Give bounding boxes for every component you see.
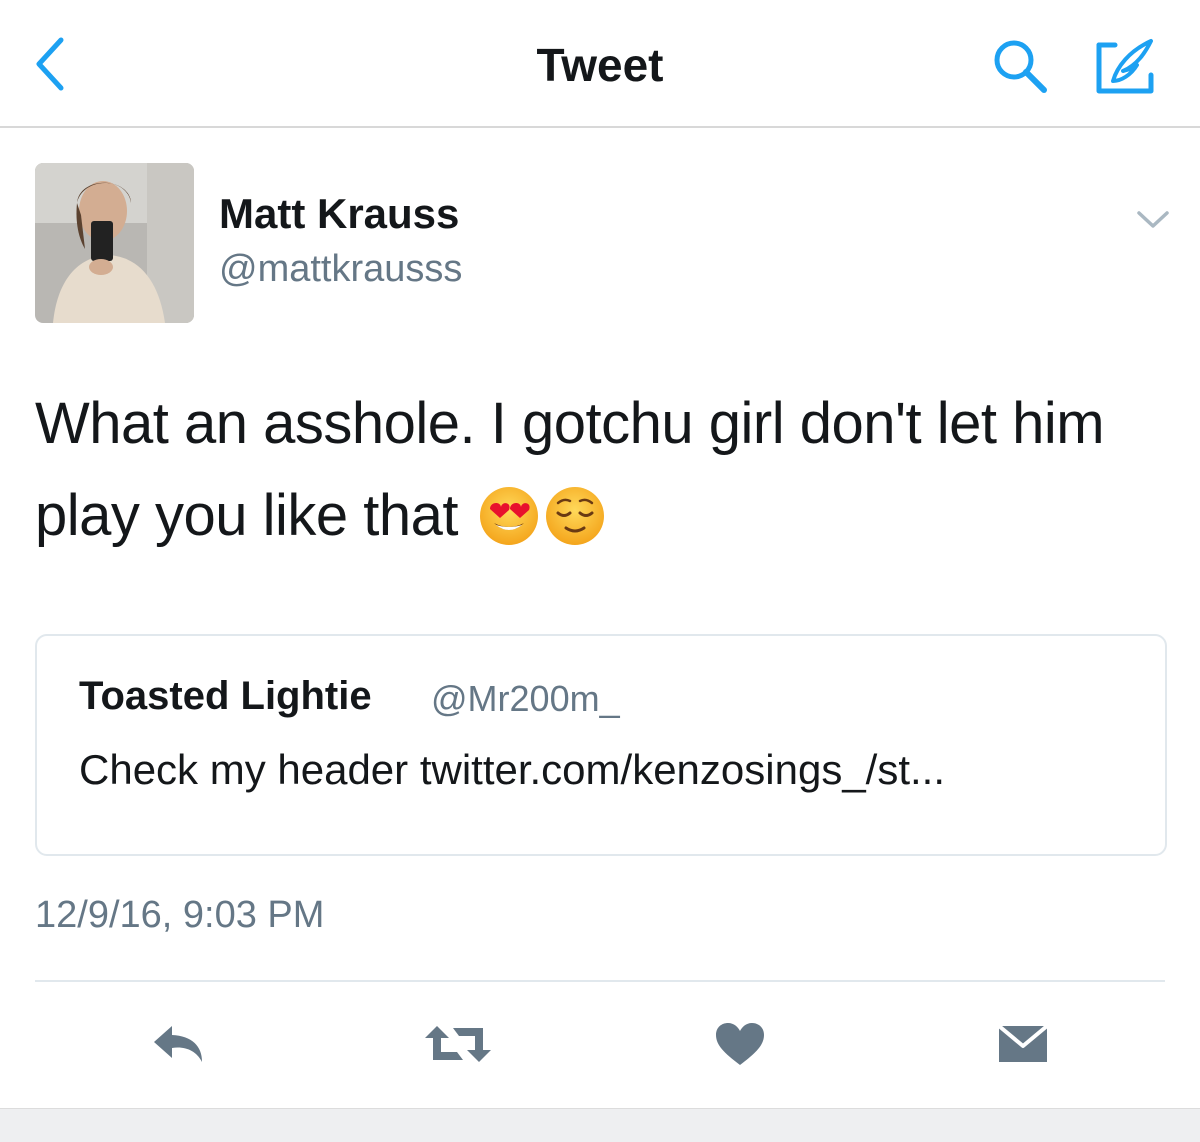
reply-button[interactable] xyxy=(144,1012,214,1076)
envelope-icon xyxy=(997,1024,1049,1062)
bottom-strip xyxy=(0,1108,1200,1142)
search-icon xyxy=(994,40,1047,93)
search-button[interactable] xyxy=(988,34,1052,98)
navigation-bar: Tweet xyxy=(0,0,1200,128)
compose-icon xyxy=(1096,39,1154,94)
page-title: Tweet xyxy=(536,39,664,91)
quoted-author-username: @Mr200m_ xyxy=(431,678,620,719)
tweet-timestamp: 12/9/16, 9:03 PM xyxy=(35,894,325,936)
quoted-tweet-card[interactable]: Toasted Lightie @Mr200m_ Check my header… xyxy=(35,634,1167,856)
direct-message-button[interactable] xyxy=(988,1012,1058,1076)
tweet-body: What an asshole. I gotchu girl don't let… xyxy=(35,378,1175,574)
back-button[interactable] xyxy=(28,36,72,92)
tweet-detail-screen: Tweet Matt Krauss @mattkrausss What an a… xyxy=(0,0,1200,1142)
chevron-left-icon xyxy=(36,37,64,91)
heart-icon xyxy=(716,1023,764,1065)
author-username[interactable]: @mattkrausss xyxy=(219,248,462,291)
avatar[interactable] xyxy=(35,163,194,323)
heart-eyes-emoji xyxy=(478,482,540,574)
reply-icon xyxy=(154,1026,202,1062)
chevron-down-icon xyxy=(1137,211,1169,228)
divider xyxy=(35,980,1165,982)
retweet-icon xyxy=(425,1026,491,1062)
author-display-name[interactable]: Matt Krauss xyxy=(219,190,459,238)
retweet-button[interactable] xyxy=(423,1012,493,1076)
quoted-tweet-text: Check my header twitter.com/kenzosings_/… xyxy=(79,746,946,793)
compose-button[interactable] xyxy=(1090,32,1162,100)
like-button[interactable] xyxy=(705,1012,775,1076)
relieved-face-emoji xyxy=(544,482,606,574)
quoted-author-name: Toasted Lightie xyxy=(79,674,372,718)
avatar-photo xyxy=(35,163,194,323)
tweet-options-button[interactable] xyxy=(1128,200,1178,240)
